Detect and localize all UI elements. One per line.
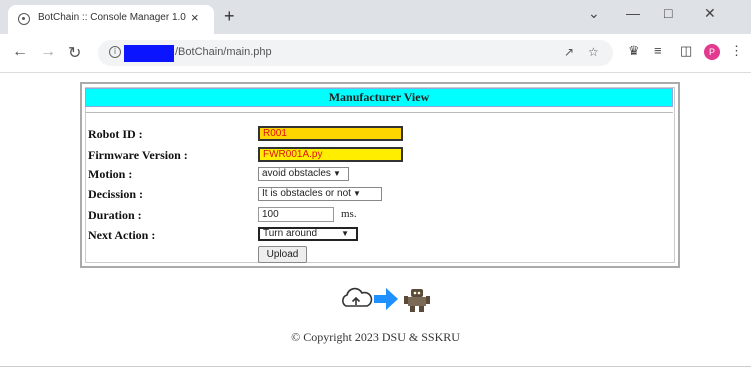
url-text[interactable]: /BotChain/main.php <box>175 46 272 58</box>
decission-label: Decission : <box>88 187 143 201</box>
address-bar[interactable]: i /BotChain/main.php ↗ ☆ <box>98 40 613 66</box>
minimize-button[interactable]: — <box>626 5 640 21</box>
chevron-down-icon: ▼ <box>352 189 361 198</box>
tab-close-button[interactable]: × <box>191 10 199 25</box>
arrow-right-icon <box>374 288 398 310</box>
site-info-icon[interactable]: i <box>109 46 121 58</box>
chevron-down-icon: ▼ <box>341 229 350 238</box>
tab-search-chevron-icon[interactable]: ⌄ <box>588 5 600 22</box>
status-divider <box>0 366 751 367</box>
duration-input[interactable]: 100 <box>258 207 334 222</box>
new-tab-button[interactable]: + <box>224 6 235 27</box>
chevron-down-icon: ▼ <box>332 169 341 178</box>
menu-dots-icon[interactable]: ⋮ <box>730 43 743 59</box>
header-divider <box>85 112 673 113</box>
firmware-label: Firmware Version : <box>88 148 188 162</box>
motion-select-value: avoid obstacles <box>262 168 331 179</box>
extensions-puzzle-icon[interactable]: ♛ <box>628 43 640 59</box>
duration-label: Duration : <box>88 208 142 222</box>
robot-id-label: Robot ID : <box>88 127 143 141</box>
back-icon[interactable]: ← <box>12 43 28 61</box>
next-action-label: Next Action : <box>88 228 156 242</box>
share-icon[interactable]: ↗ <box>564 45 574 59</box>
next-action-select[interactable]: Turn around ▼ <box>258 227 358 241</box>
cloud-upload-icon[interactable] <box>342 287 373 307</box>
maximize-button[interactable]: □ <box>664 5 672 21</box>
forward-icon[interactable]: → <box>40 43 56 61</box>
firmware-input[interactable]: FWR001A.py <box>258 147 403 162</box>
motion-select[interactable]: avoid obstacles ▼ <box>258 167 349 181</box>
robot-icon[interactable] <box>404 289 430 312</box>
panel-inner-border <box>85 87 675 263</box>
bookmark-star-icon[interactable]: ☆ <box>588 45 599 59</box>
profile-avatar[interactable]: P <box>704 44 720 60</box>
manufacturer-panel: Manufacturer View Robot ID : R001 Firmwa… <box>80 82 680 268</box>
browser-tab[interactable]: BotChain :: Console Manager 1.0 × <box>8 5 214 34</box>
duration-unit: ms. <box>341 208 357 220</box>
reload-icon[interactable]: ↻ <box>68 43 81 63</box>
icon-row <box>340 284 435 319</box>
redacted-host <box>124 45 174 62</box>
reading-list-icon[interactable]: ≡ <box>654 43 662 58</box>
next-action-select-value: Turn around <box>263 228 318 239</box>
robot-id-input[interactable]: R001 <box>258 126 403 141</box>
copyright-footer: © Copyright 2023 DSU & SSKRU <box>291 330 460 344</box>
decission-select-value: It is obstacles or not <box>262 188 351 199</box>
motion-label: Motion : <box>88 167 133 181</box>
side-panel-icon[interactable]: ◫ <box>680 43 692 59</box>
globe-icon <box>18 13 30 25</box>
window-close-button[interactable]: ✕ <box>704 5 716 22</box>
tab-title: BotChain :: Console Manager 1.0 <box>38 12 186 23</box>
icon-row-graphics <box>342 287 430 312</box>
decission-select[interactable]: It is obstacles or not ▼ <box>258 187 382 201</box>
panel-header: Manufacturer View <box>85 88 673 107</box>
tab-bar: BotChain :: Console Manager 1.0 × + ⌄ — … <box>0 0 751 34</box>
upload-button[interactable]: Upload <box>258 246 307 263</box>
